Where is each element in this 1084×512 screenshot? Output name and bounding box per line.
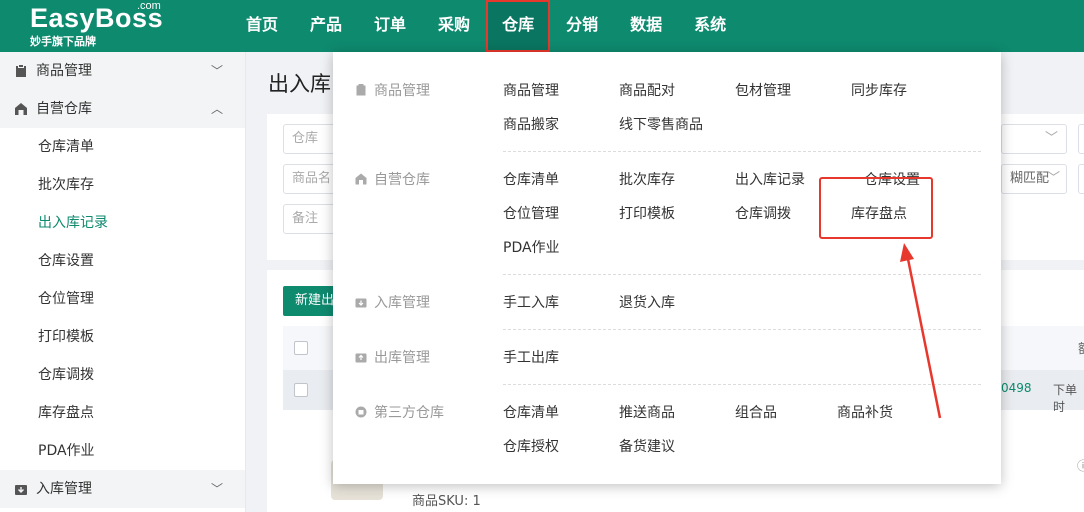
chevron-down-icon: ﹀ [1046,171,1060,186]
nav-products[interactable]: 产品 [294,0,358,52]
nav-warehouse[interactable]: 仓库 [486,0,551,52]
dd-link-sync-stock[interactable]: 同步库存 [851,80,907,100]
brand-tagline: 妙手旗下品牌 [30,35,96,48]
dd-link-location-management[interactable]: 仓位管理 [503,203,559,223]
dd-category-label: 自营仓库 [374,172,430,188]
dd-link-product-management[interactable]: 商品管理 [503,80,559,100]
top-navbar: EasyBoss .com 妙手旗下品牌 首页 产品 订单 采购 仓库 分销 数… [0,0,1084,52]
inbound-icon [355,298,367,308]
sku-label: 商品SKU: 1 [412,494,481,509]
sidebar-group-inbound[interactable]: 入库管理 ﹀ [0,470,245,508]
dd-link-pda[interactable]: PDA作业 [503,237,560,257]
fuzzy-match-select[interactable]: 糊匹配 ﹀ [1001,164,1067,194]
dd-link-warehouse-list[interactable]: 仓库清单 [503,169,559,189]
sidebar-item-location-management[interactable]: 仓位管理 [0,280,245,318]
dd-separator [503,329,981,330]
dd-link-return-inbound[interactable]: 退货入库 [619,292,675,312]
clipboard-icon [16,64,26,77]
dd-link-3pl-warehouse-list[interactable]: 仓库清单 [503,402,559,422]
sidebar-item-stocktake[interactable]: 库存盘点 [0,394,245,432]
warehouse-dropdown-menu: 商品管理 商品管理 商品配对 包材管理 同步库存 商品搬家 线下零售商品 自营仓… [333,52,1001,484]
nav-data[interactable]: 数据 [614,0,678,52]
dd-category-own-warehouse: 自营仓库 [355,169,430,189]
chevron-up-icon: ︿ [210,102,223,116]
record-status: 下单时 [1053,383,1078,414]
dd-separator [503,274,981,275]
dd-separator [503,384,981,385]
dd-link-print-templates[interactable]: 打印模板 [619,203,675,223]
third-party-icon [355,406,367,418]
annotation-highlight-box [819,177,933,239]
dd-link-warehouse-transfer[interactable]: 仓库调拨 [735,203,791,223]
filter-input-edge[interactable] [1078,124,1084,154]
dd-link-manual-outbound[interactable]: 手工出库 [503,347,559,367]
dd-link-product-pairing[interactable]: 商品配对 [619,80,675,100]
select-chevron[interactable]: ﹀ [1001,124,1067,154]
sidebar-group-label: 入库管理 [36,481,92,497]
sidebar-group-label: 商品管理 [36,63,92,79]
brand-logo[interactable]: EasyBoss .com 妙手旗下品牌 [30,0,163,49]
nav-system[interactable]: 系统 [678,0,742,52]
dd-category-outbound: 出库管理 [355,347,430,367]
sidebar: 商品管理 ﹀ 自营仓库 ︿ 仓库清单 批次库存 出入库记录 仓库设置 仓位管理 … [0,52,246,512]
row-checkbox[interactable] [294,383,308,397]
filter-input-edge[interactable] [1078,164,1084,194]
dd-category-products: 商品管理 [355,80,430,100]
warehouse-icon [355,173,367,185]
sidebar-item-pda[interactable]: PDA作业 [0,432,245,470]
warehouse-icon [15,103,27,115]
sidebar-item-batch-stock[interactable]: 批次库存 [0,166,245,204]
dd-category-label: 第三方仓库 [374,405,444,421]
fuzzy-match-label: 糊匹配 [1010,171,1050,186]
dd-link-packaging[interactable]: 包材管理 [735,80,791,100]
dd-link-manual-inbound[interactable]: 手工入库 [503,292,559,312]
sidebar-item-warehouse-transfer[interactable]: 仓库调拨 [0,356,245,394]
nav-orders[interactable]: 订单 [358,0,422,52]
info-icon: ⓘ [1077,459,1084,473]
sidebar-item-warehouse-list[interactable]: 仓库清单 [0,128,245,166]
nav-home[interactable]: 首页 [230,0,294,52]
dd-link-inout-records[interactable]: 出入库记录 [735,169,805,189]
dd-category-label: 出库管理 [374,350,430,366]
dd-category-label: 商品管理 [374,83,430,99]
sidebar-group-warehouse[interactable]: 自营仓库 ︿ [0,90,245,128]
brand-com: .com [137,0,161,12]
dd-link-product-move[interactable]: 商品搬家 [503,114,559,134]
dd-link-batch-stock[interactable]: 批次库存 [619,169,675,189]
dd-link-warehouse-authorization[interactable]: 仓库授权 [503,436,559,456]
sidebar-group-products[interactable]: 商品管理 ﹀ [0,52,245,90]
chevron-down-icon: ﹀ [210,64,223,78]
dd-link-offline-retail[interactable]: 线下零售商品 [619,114,703,134]
record-code[interactable]: 0498 [1001,381,1032,395]
dd-separator [503,151,981,152]
sidebar-group-label: 自营仓库 [36,101,92,117]
dd-link-stocking-suggestions[interactable]: 备货建议 [619,436,675,456]
dd-link-replenishment[interactable]: 商品补货 [837,402,893,422]
nav-purchase[interactable]: 采购 [422,0,486,52]
page-title: 出入库 [268,72,331,96]
dd-category-label: 入库管理 [374,295,430,311]
chevron-down-icon: ﹀ [210,482,223,496]
dd-link-push-products[interactable]: 推送商品 [619,402,675,422]
chevron-down-icon: ﹀ [1044,131,1058,146]
clipboard-icon [356,84,366,96]
dd-link-bundles[interactable]: 组合品 [735,402,777,422]
table-header-partial: 额 [1078,338,1084,357]
sidebar-item-warehouse-settings[interactable]: 仓库设置 [0,242,245,280]
sidebar-item-inout-records[interactable]: 出入库记录 [0,204,245,242]
main-nav: 首页 产品 订单 采购 仓库 分销 数据 系统 [230,0,742,52]
outbound-icon [355,353,367,363]
dd-category-third-party: 第三方仓库 [355,402,444,422]
inbound-icon [15,485,27,495]
sidebar-item-print-templates[interactable]: 打印模板 [0,318,245,356]
dd-category-inbound: 入库管理 [355,292,430,312]
select-all-checkbox[interactable] [294,341,308,355]
nav-distribution[interactable]: 分销 [550,0,614,52]
